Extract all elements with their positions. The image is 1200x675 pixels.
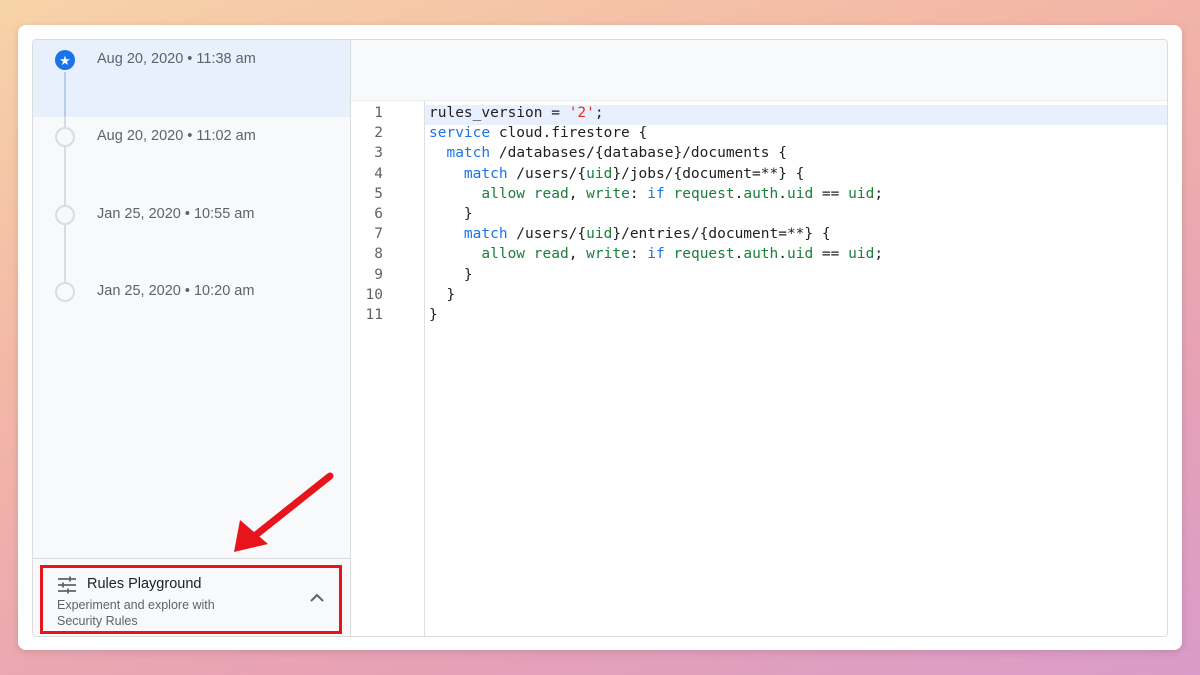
version-timestamp: Aug 20, 2020 • 11:38 am: [97, 51, 256, 67]
rules-code-editor[interactable]: 1 rules_version = '2'; 2 service cloud.fire…: [351, 40, 1167, 636]
version-item-2[interactable]: Aug 20, 2020 • 11:02 am: [33, 117, 350, 194]
line-number: 9: [374, 266, 383, 283]
code-text: }: [429, 307, 438, 323]
version-item-4[interactable]: Jan 25, 2020 • 10:20 am: [33, 272, 350, 349]
code-line[interactable]: 8 allow read, write: if request.auth.uid…: [351, 246, 1167, 266]
version-item-1[interactable]: ★ Aug 20, 2020 • 11:38 am: [33, 40, 350, 117]
version-dot-icon: [55, 205, 75, 225]
version-timestamp: Jan 25, 2020 • 10:20 am: [97, 283, 255, 299]
code-text: allow read, write: if request.auth.uid =…: [481, 185, 884, 202]
chevron-up-icon[interactable]: [309, 592, 325, 604]
code-text: match /users/{uid}/jobs/{document=**} {: [463, 165, 805, 182]
star-icon: ★: [55, 50, 75, 70]
tune-icon: [58, 576, 76, 594]
code-line[interactable]: 1 rules_version = '2';: [351, 105, 1167, 125]
code-line[interactable]: 4 match /users/{uid}/jobs/{document=**} …: [351, 166, 1167, 186]
line-number: 1: [374, 105, 383, 121]
line-number: 11: [365, 307, 383, 323]
line-number: 3: [374, 145, 383, 162]
version-dot-icon: [55, 282, 75, 302]
line-number: 5: [374, 185, 383, 202]
line-number: 10: [365, 286, 383, 303]
version-dot-icon: [55, 127, 75, 147]
rules-history-card: ★ Aug 20, 2020 • 11:38 am Aug 20, 2020 •…: [18, 25, 1182, 650]
line-number: 4: [374, 165, 383, 182]
code-text: rules_version = '2';: [429, 105, 604, 121]
code-line[interactable]: 11}: [351, 307, 1167, 327]
code-text: }: [429, 206, 473, 222]
line-number: 7: [374, 226, 383, 243]
playground-highlight-box: Rules Playground Experiment and explore …: [40, 565, 342, 634]
version-item-3[interactable]: Jan 25, 2020 • 10:55 am: [33, 195, 350, 272]
line-number: 8: [374, 246, 383, 263]
rules-playground-panel[interactable]: Rules Playground Experiment and explore …: [33, 558, 350, 636]
code-area[interactable]: 1 rules_version = '2'; 2 service cloud.fire…: [351, 101, 1167, 636]
playground-description: Experiment and explore with Security Rul…: [57, 598, 215, 628]
code-text: allow read, write: if request.auth.uid =…: [481, 246, 884, 263]
code-line[interactable]: 3 match /databases/{database}/documents …: [351, 145, 1167, 165]
code-line[interactable]: 5 allow read, write: if request.auth.uid…: [351, 186, 1167, 206]
code-line[interactable]: 10 }: [351, 287, 1167, 307]
version-timestamp: Jan 25, 2020 • 10:55 am: [97, 206, 255, 222]
code-text: match /databases/{database}/documents {: [446, 145, 787, 162]
version-timestamp: Aug 20, 2020 • 11:02 am: [97, 128, 256, 144]
code-line[interactable]: 9 }: [351, 267, 1167, 287]
rules-editor-panel: ★ Aug 20, 2020 • 11:38 am Aug 20, 2020 •…: [32, 39, 1168, 637]
code-line[interactable]: 2 service cloud.firestore {: [351, 125, 1167, 145]
code-text: }: [429, 286, 456, 303]
code-line[interactable]: 7 match /users/{uid}/entries/{document=*…: [351, 226, 1167, 246]
timeline-line-active: [64, 72, 66, 117]
playground-title: Rules Playground: [87, 576, 202, 592]
line-number: 6: [374, 206, 383, 222]
code-text: }: [429, 266, 473, 283]
code-line[interactable]: 6 }: [351, 206, 1167, 226]
line-number: 2: [374, 125, 383, 142]
code-text: service cloud.firestore {: [429, 125, 648, 142]
version-history-sidebar: ★ Aug 20, 2020 • 11:38 am Aug 20, 2020 •…: [33, 40, 351, 636]
code-text: match /users/{uid}/entries/{document=**}…: [463, 226, 831, 243]
editor-toolbar: [351, 40, 1167, 101]
